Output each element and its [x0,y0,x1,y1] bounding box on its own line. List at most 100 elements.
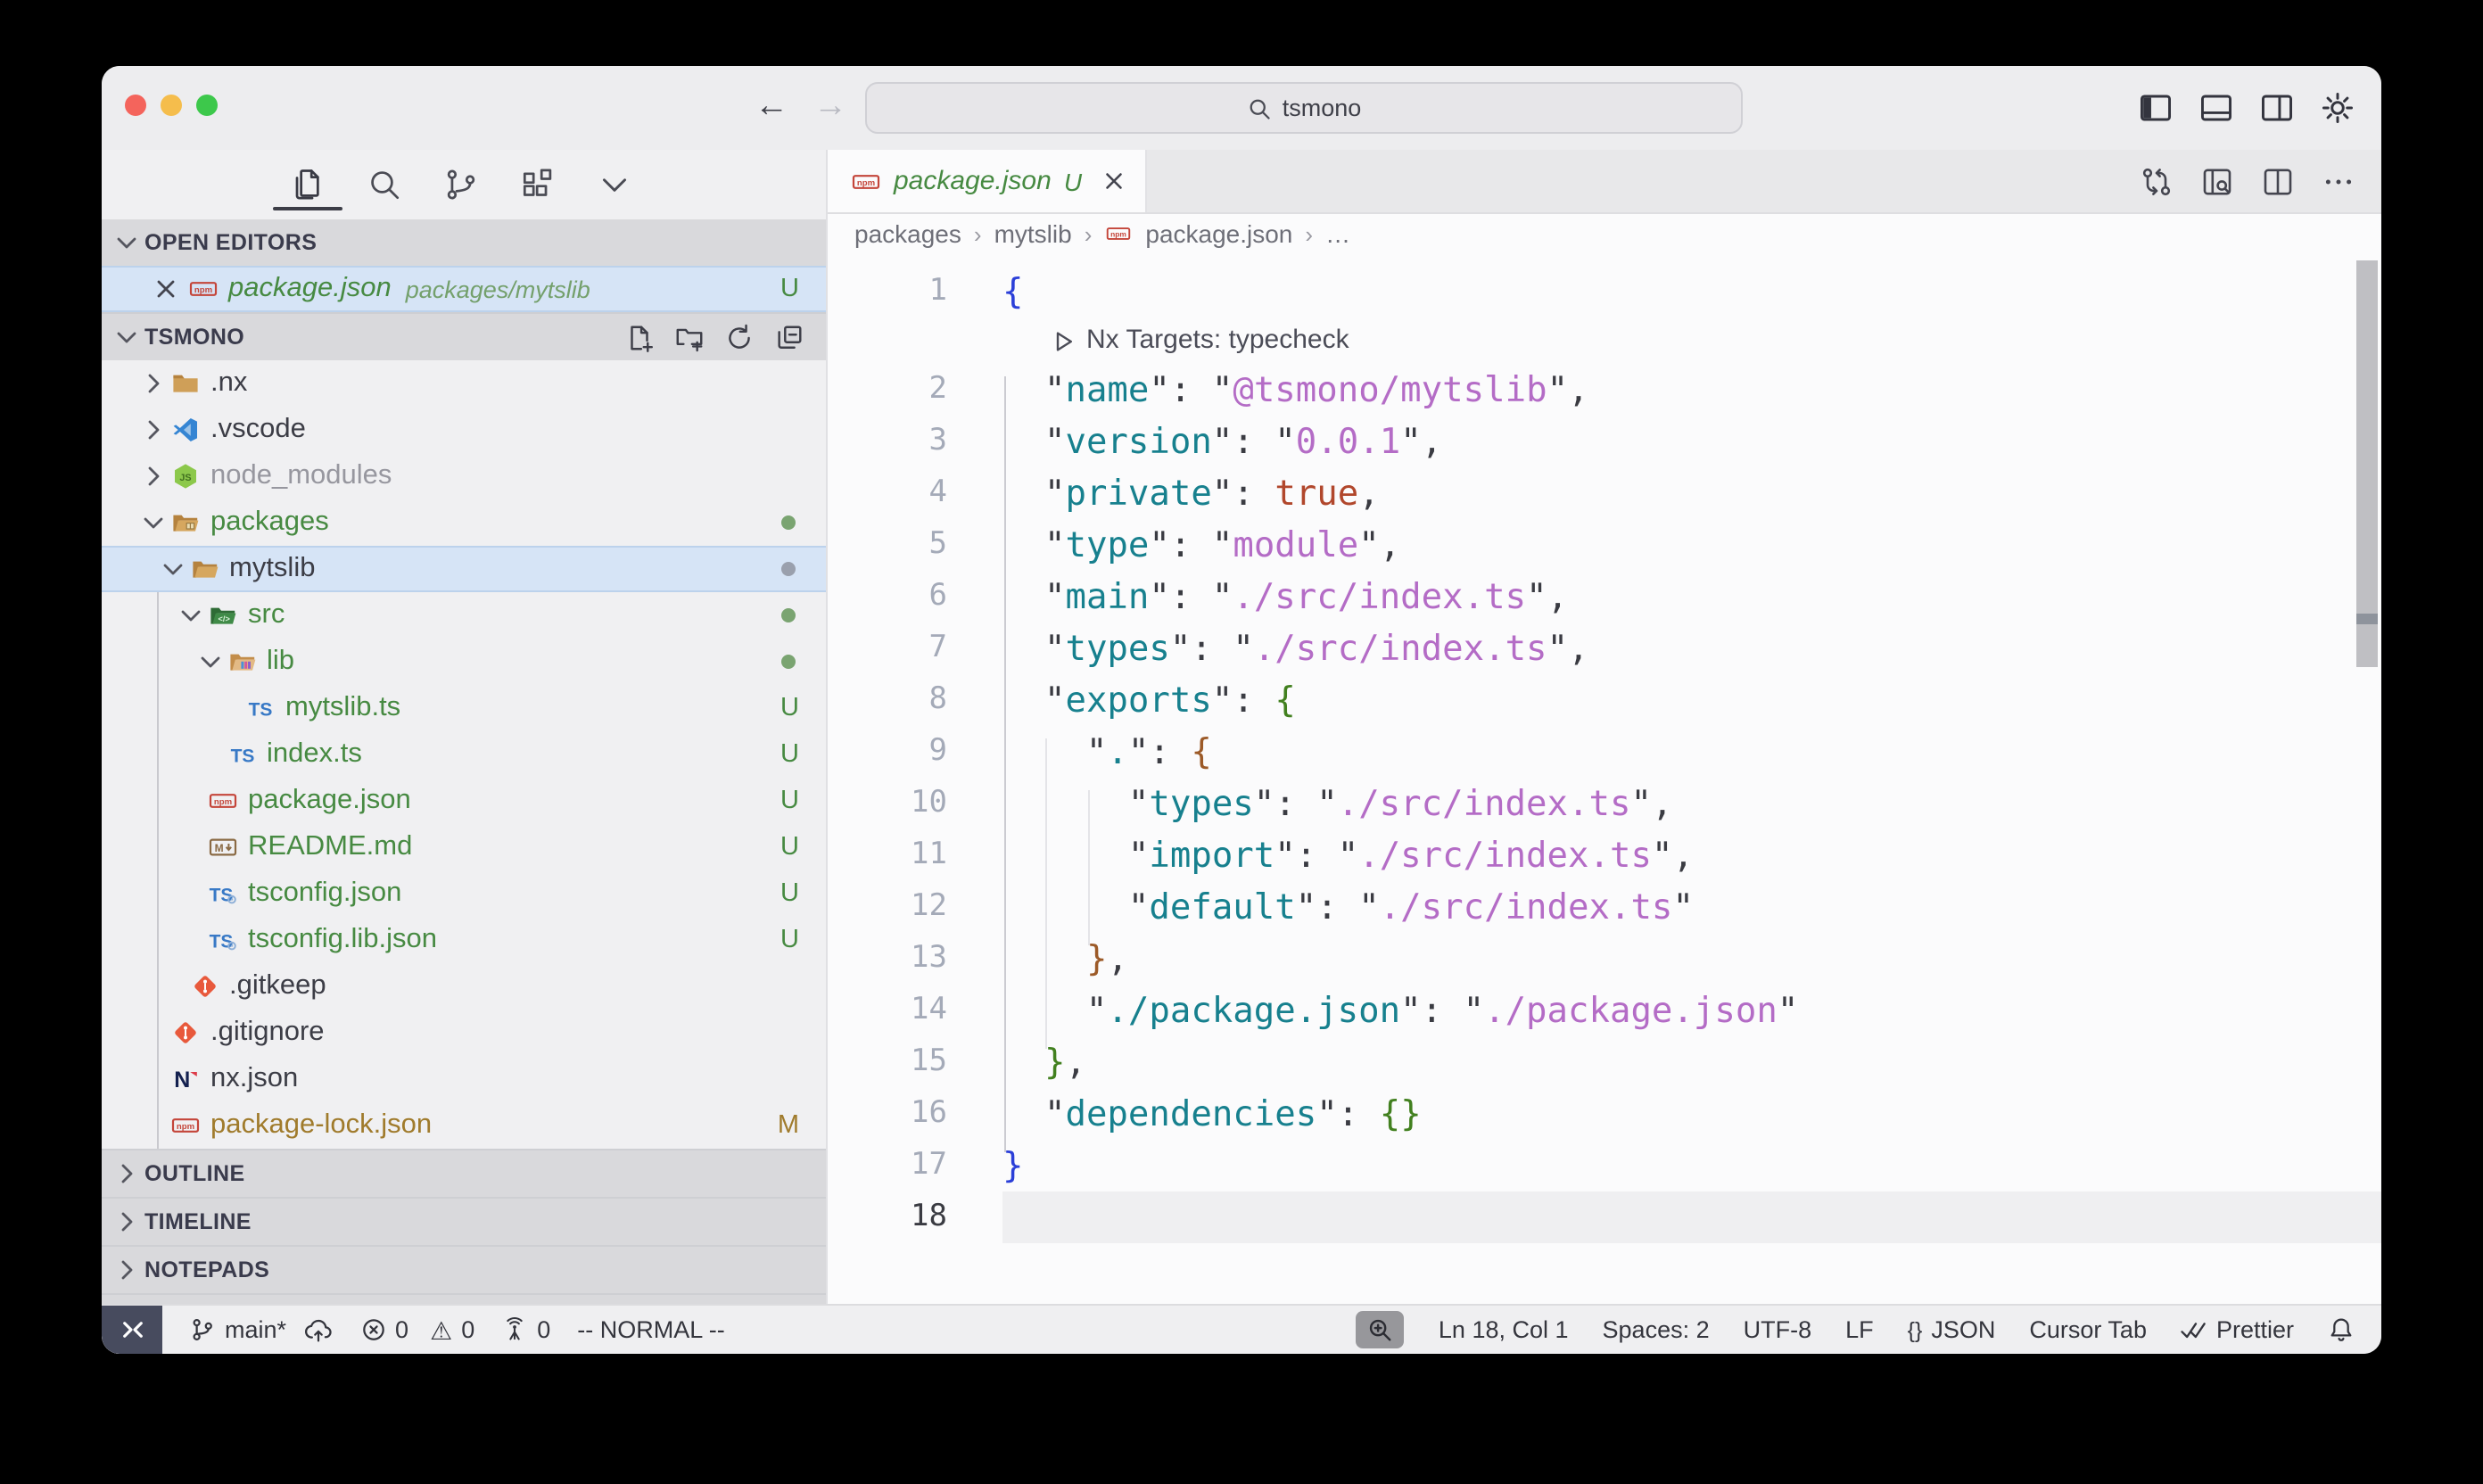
vim-mode[interactable]: -- NORMAL -- [577,1316,725,1343]
code-line-3[interactable]: 3 "version": "0.0.1", [828,416,2381,467]
tree-item-mytslib.ts[interactable]: TSmytslib.tsU [102,685,826,731]
code-editor[interactable]: 1{Nx Targets: typecheck2 "name": "@tsmon… [828,253,2381,1304]
tree-item-.gitignore[interactable]: .gitignore [102,1010,826,1056]
back-button[interactable]: ← [755,86,788,128]
layout-panel-icon[interactable] [2198,89,2235,127]
new-file-icon[interactable] [624,322,655,352]
activity-files-icon[interactable] [289,162,326,207]
tree-item-node_modules[interactable]: JSnode_modules [102,453,826,499]
breadcrumb-item[interactable]: … [1325,219,1350,248]
codelens-run-action[interactable]: Nx Targets: typecheck [828,317,2381,364]
activity-source-control-icon[interactable] [442,162,480,207]
code-line-4[interactable]: 4 "private": true, [828,467,2381,519]
indentation[interactable]: Spaces: 2 [1603,1316,1710,1343]
open-editors-header[interactable]: OPEN EDITORS [102,219,826,266]
language-mode[interactable]: {}JSON [1908,1316,1996,1343]
minimize-window-button[interactable] [161,95,182,116]
open-editor-item-package.json[interactable]: npmpackage.jsonpackages/mytslibU [102,266,826,312]
cursor-tab[interactable]: Cursor Tab [2029,1316,2147,1343]
ports[interactable]: 0 [501,1316,550,1343]
status-right: Ln 18, Col 1 Spaces: 2 UTF-8 LF {}JSON Cursor… [1357,1311,2381,1348]
breadcrumb-item[interactable]: mytslib [994,219,1072,248]
code-line-10[interactable]: 10 "types": "./src/index.ts", [828,778,2381,829]
new-folder-icon[interactable] [674,322,705,352]
layout-sidebar-icon[interactable] [2137,89,2174,127]
close-icon[interactable] [1100,168,1126,194]
activity-search-icon[interactable] [366,162,403,207]
code-line-17[interactable]: 17} [828,1140,2381,1191]
chevron-spacer [137,1065,169,1093]
token: name [1065,369,1149,410]
code-line-9[interactable]: 9 ".": { [828,726,2381,778]
tree-item-.nx[interactable]: .nx [102,360,826,407]
breadcrumb-item[interactable]: packages [854,219,961,248]
code-line-2[interactable]: 2 "name": "@tsmono/mytslib", [828,364,2381,416]
code-line-6[interactable]: 6 "main": "./src/index.ts", [828,571,2381,622]
activity-chevron-down-icon[interactable] [596,162,633,207]
tree-item-tsconfig.json[interactable]: TStsconfig.jsonU [102,870,826,917]
section-header-outline[interactable]: OUTLINE [102,1149,826,1197]
tab-package-json[interactable]: npm package.json U [828,150,1146,212]
code-line-8[interactable]: 8 "exports": { [828,674,2381,726]
open-preview-icon[interactable] [2199,163,2235,199]
code-line-18[interactable]: 18 [828,1191,2381,1243]
close-icon[interactable] [152,275,180,303]
problems[interactable]: 0⚠0 [359,1315,474,1344]
editor-scrollbar[interactable] [2356,260,2378,667]
git-branch[interactable]: main* [189,1316,333,1343]
language-mode-label: JSON [1931,1316,1995,1343]
chevron-right-icon[interactable] [137,416,169,444]
code-line-15[interactable]: 15 }, [828,1036,2381,1088]
tree-item-src[interactable]: </>src [102,592,826,639]
chevron-down-icon[interactable] [194,647,226,676]
chevron-down-icon[interactable] [156,555,188,583]
formatter[interactable]: Prettier [2181,1316,2294,1343]
code-line-14[interactable]: 14 "./package.json": "./package.json" [828,985,2381,1036]
encoding[interactable]: UTF-8 [1744,1316,1812,1343]
tree-item-index.ts[interactable]: TSindex.tsU [102,731,826,778]
section-header-notepads[interactable]: NOTEPADS [102,1245,826,1293]
tree-item-tsconfig.lib.json[interactable]: TStsconfig.lib.jsonU [102,917,826,963]
collapse-all-icon[interactable] [774,322,804,352]
tree-item-nx.json[interactable]: Nnx.json [102,1056,826,1102]
command-center-search[interactable]: tsmono [865,82,1743,134]
layout-split-icon[interactable] [2258,89,2296,127]
tree-item-.vscode[interactable]: .vscode [102,407,826,453]
gear-icon[interactable] [2319,89,2356,127]
line-text: { [1002,266,1024,317]
chevron-down-icon[interactable] [175,601,207,630]
code-line-13[interactable]: 13 }, [828,933,2381,985]
notifications[interactable] [2328,1316,2355,1343]
close-window-button[interactable] [125,95,146,116]
tree-item-package-lock.json[interactable]: npmpackage-lock.jsonM [102,1102,826,1149]
compare-changes-icon[interactable] [2139,163,2174,199]
tree-item-README.md[interactable]: MREADME.mdU [102,824,826,870]
activity-extensions-icon[interactable] [519,162,557,207]
code-line-5[interactable]: 5 "type": "module", [828,519,2381,571]
tree-item-package.json[interactable]: npmpackage.jsonU [102,778,826,824]
eol[interactable]: LF [1845,1316,1874,1343]
split-editor-icon[interactable] [2260,163,2296,199]
cursor-position[interactable]: Ln 18, Col 1 [1439,1316,1569,1343]
tree-item-.gitkeep[interactable]: .gitkeep [102,963,826,1010]
code-line-11[interactable]: 11 "import": "./src/index.ts", [828,829,2381,881]
section-header-timeline[interactable]: TIMELINE [102,1197,826,1245]
code-line-16[interactable]: 16 "dependencies": {} [828,1088,2381,1140]
refresh-icon[interactable] [724,322,755,352]
more-actions-icon[interactable] [2321,163,2356,199]
tree-item-packages[interactable]: packages [102,499,826,546]
chevron-down-icon[interactable] [137,508,169,537]
code-line-7[interactable]: 7 "types": "./src/index.ts", [828,622,2381,674]
chevron-right-icon[interactable] [137,369,169,398]
screen-zoom[interactable] [1357,1311,1405,1348]
code-line-12[interactable]: 12 "default": "./src/index.ts" [828,881,2381,933]
tree-item-mytslib[interactable]: mytslib [102,546,826,592]
chevron-right-icon[interactable] [137,462,169,491]
breadcrumb-item[interactable]: package.json [1145,219,1292,248]
remote-indicator[interactable] [102,1306,162,1354]
forward-button[interactable]: → [813,86,847,128]
zoom-window-button[interactable] [196,95,218,116]
tree-item-lib[interactable]: lib [102,639,826,685]
code-line-1[interactable]: 1{ [828,266,2381,317]
explorer-header[interactable]: TSMONO [102,312,826,360]
